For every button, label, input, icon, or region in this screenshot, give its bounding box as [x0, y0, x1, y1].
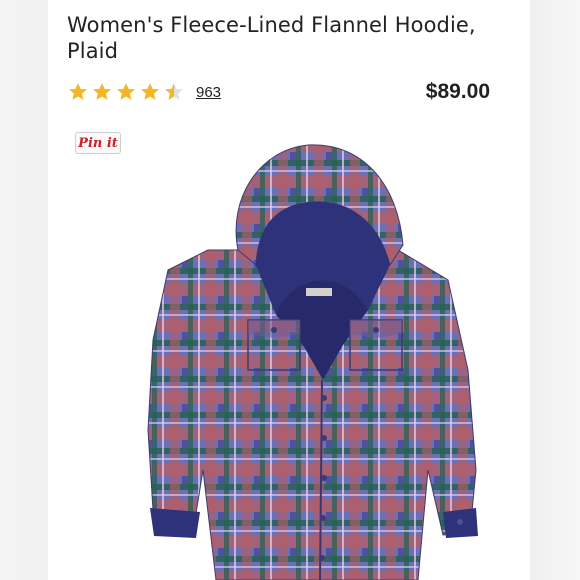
star-icon: [68, 82, 88, 102]
screen-edge-right: [530, 0, 580, 580]
star-icon: [140, 82, 160, 102]
star-icon: [92, 82, 112, 102]
star-icon: [164, 82, 184, 102]
review-count-link[interactable]: 963: [196, 84, 221, 101]
screen-edge-left: [0, 0, 48, 580]
star-rating[interactable]: [68, 82, 188, 102]
product-title: Women's Fleece-Lined Flannel Hoodie, Pla…: [67, 13, 476, 63]
product-price: $89.00: [425, 80, 490, 103]
star-icon: [116, 82, 136, 102]
tag-icon: [306, 288, 332, 296]
product-page: Women's Fleece-Lined Flannel Hoodie, Pla…: [48, 0, 530, 580]
hoodie-illustration: [147, 144, 478, 580]
product-image[interactable]: [98, 140, 478, 580]
rating-row: 963: [68, 80, 221, 104]
